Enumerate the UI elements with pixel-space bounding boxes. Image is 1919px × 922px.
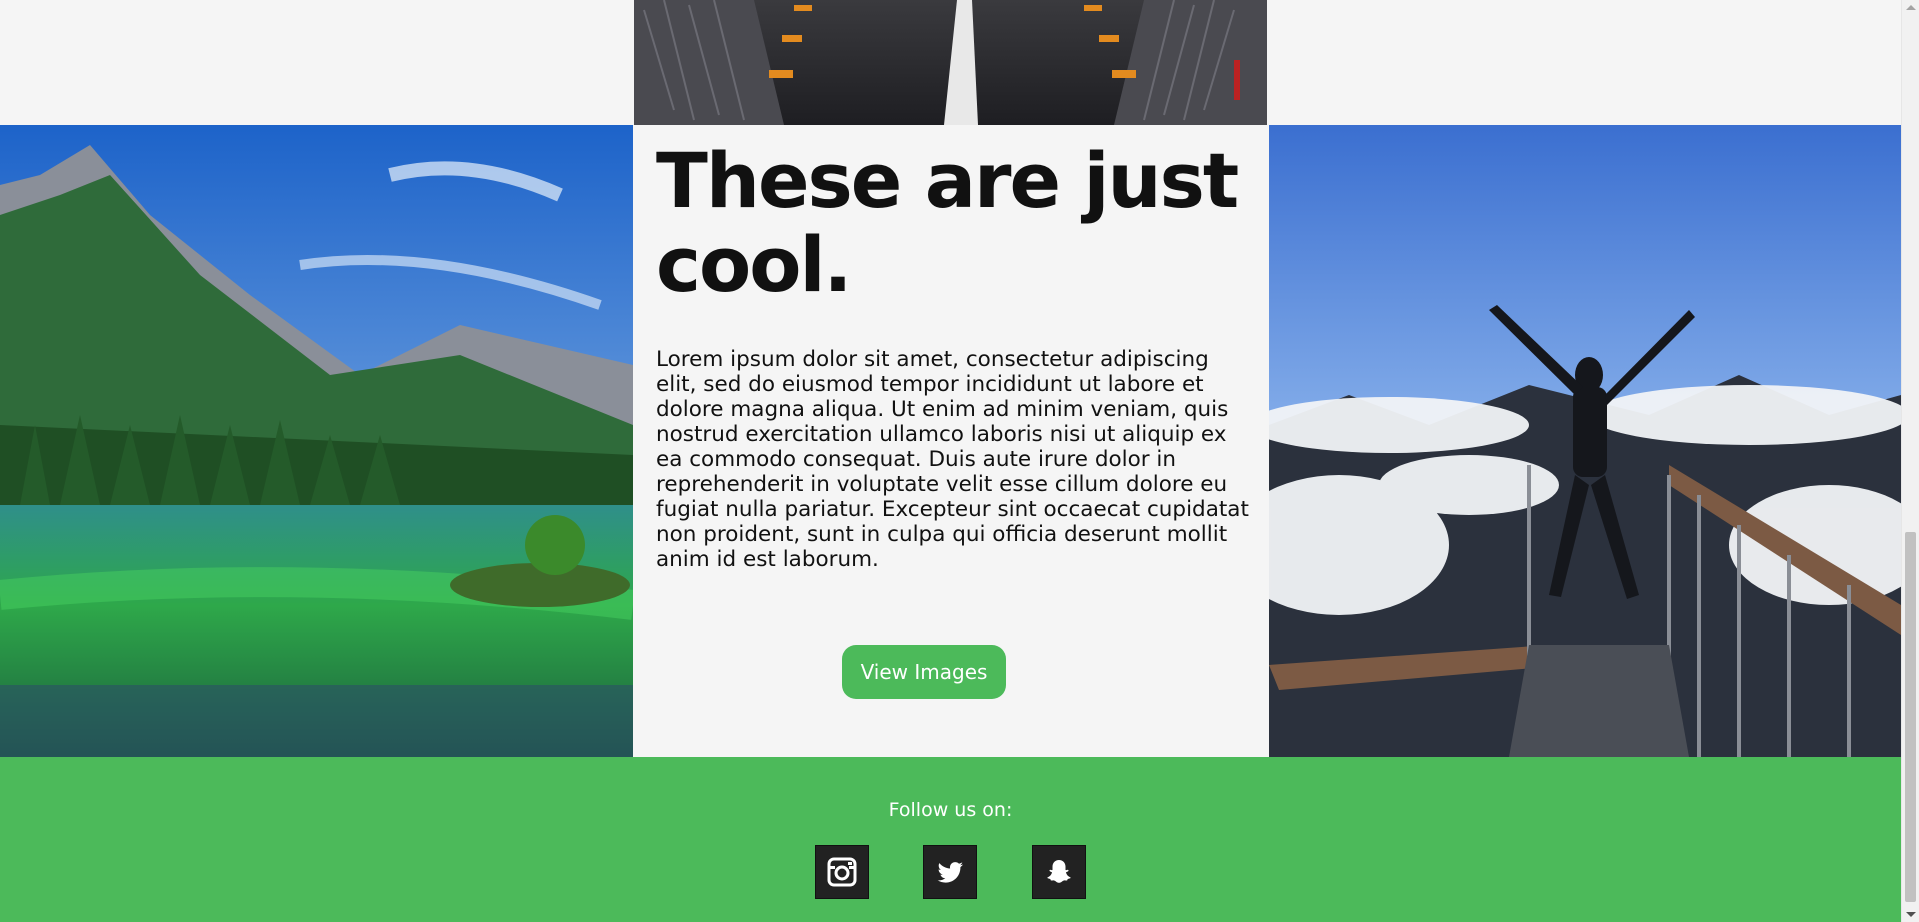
footer: Follow us on: (0, 757, 1901, 922)
hiker-above-clouds-photo (1269, 125, 1901, 757)
mountain-lake-photo (0, 125, 633, 757)
feature-body-text: Lorem ipsum dolor sit amet, consectetur … (656, 347, 1249, 572)
scrollbar-thumb[interactable] (1905, 532, 1916, 902)
twitter-icon (937, 862, 963, 883)
instagram-icon (827, 857, 857, 887)
snapchat-icon (1047, 860, 1071, 883)
follow-us-label: Follow us on: (888, 799, 1013, 821)
feature-panel: These are just cool. Lorem ipsum dolor s… (634, 125, 1269, 757)
view-images-button[interactable]: View Images (842, 645, 1006, 699)
page-scrollbar[interactable] (1901, 0, 1919, 922)
scroll-up-arrow-icon[interactable] (1906, 5, 1916, 10)
page: These are just cool. Lorem ipsum dolor s… (0, 0, 1919, 922)
scroll-down-arrow-icon[interactable] (1906, 912, 1916, 917)
snapchat-button[interactable] (1032, 845, 1086, 899)
feature-headline: These are just cool. (656, 136, 1239, 309)
boardwalk-road-photo (634, 0, 1267, 125)
twitter-button[interactable] (923, 845, 977, 899)
instagram-button[interactable] (815, 845, 869, 899)
